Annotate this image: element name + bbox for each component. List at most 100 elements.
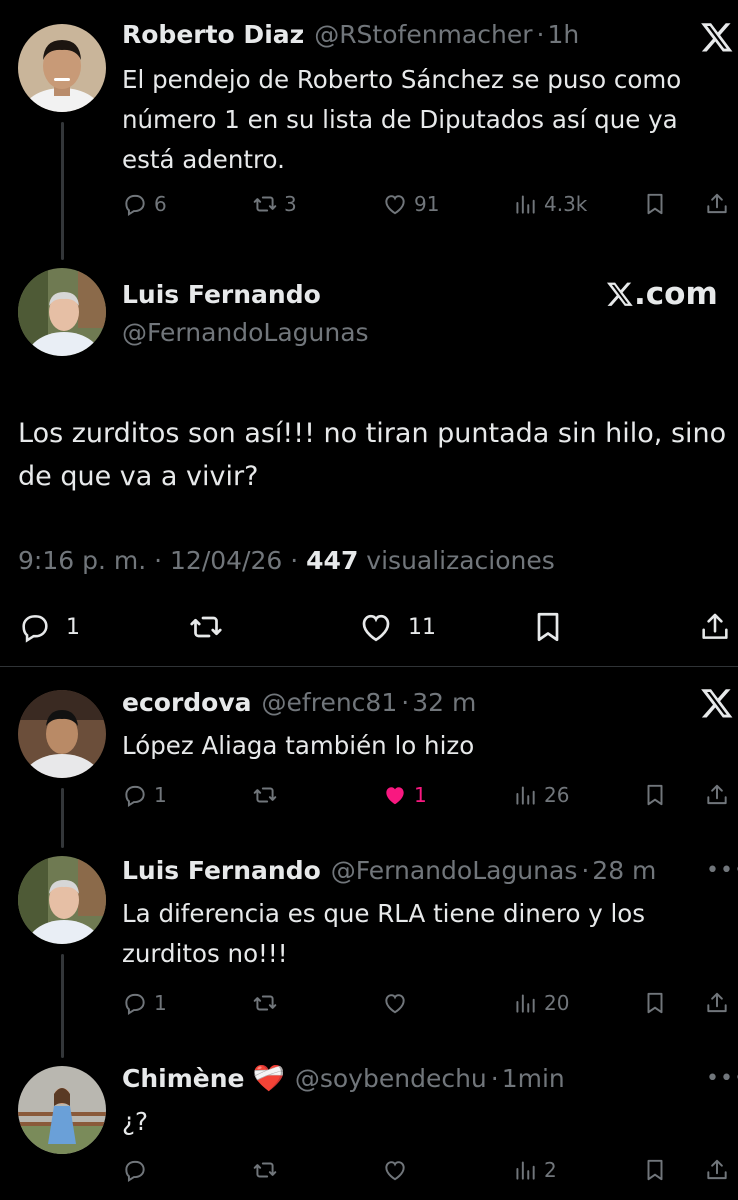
bookmark-button[interactable] <box>530 610 566 644</box>
retweet-icon <box>253 787 277 803</box>
tweet-meta: 9:16 p. m. · 12/04/26 · 447 visualizacio… <box>18 546 555 575</box>
like-button[interactable]: 11 <box>358 610 436 644</box>
share-button[interactable] <box>698 610 732 644</box>
reply-button[interactable]: 1 <box>122 780 167 810</box>
separator: · <box>490 1064 499 1093</box>
bookmark-icon <box>647 992 663 1014</box>
author-handle[interactable]: @FernandoLagunas <box>331 856 578 885</box>
thread-line <box>61 122 64 260</box>
bookmark-button[interactable] <box>642 1155 668 1185</box>
brand-domain: .com <box>634 276 718 312</box>
like-button[interactable]: 91 <box>382 189 439 219</box>
retweet-button[interactable] <box>252 988 278 1018</box>
tweet-actions: 1 20 <box>122 988 732 1018</box>
retweet-button[interactable] <box>188 610 224 644</box>
share-button[interactable] <box>704 780 730 810</box>
bookmark-button[interactable] <box>642 780 668 810</box>
bookmark-icon <box>647 1159 663 1181</box>
views-button[interactable]: 26 <box>512 780 569 810</box>
views-icon <box>516 786 535 805</box>
bookmark-icon <box>647 193 663 215</box>
views-count: 2 <box>544 1158 557 1182</box>
x-logo-icon <box>700 686 734 720</box>
bookmark-button[interactable] <box>642 189 668 219</box>
tweet-text: El pendejo de Roberto Sánchez se puso co… <box>122 65 682 174</box>
retweet-icon <box>253 196 277 212</box>
author-handle[interactable]: @FernandoLagunas <box>122 318 369 347</box>
share-icon <box>707 193 727 214</box>
tweet-header: Chimène ❤️‍🩹 @soybendechu · 1min <box>122 1064 565 1094</box>
reply-button[interactable]: 1 <box>18 610 80 644</box>
like-button[interactable] <box>382 1155 408 1185</box>
retweet-button[interactable] <box>252 780 278 810</box>
views-button[interactable]: 20 <box>512 988 569 1018</box>
retweet-button[interactable]: 3 <box>252 189 297 219</box>
timestamp[interactable]: 1min <box>502 1064 565 1093</box>
author-handle[interactable]: @soybendechu <box>295 1064 487 1093</box>
like-count: 91 <box>414 192 440 216</box>
more-icon[interactable]: ••• <box>706 1066 738 1091</box>
more-icon[interactable]: ••• <box>706 858 738 883</box>
reply-count: 1 <box>154 783 167 807</box>
tweet-actions: 2 <box>122 1155 732 1185</box>
tweet-header: ecordova @efrenc81 · 32 m <box>122 688 476 717</box>
bookmark-icon <box>647 784 663 806</box>
separator: · <box>581 856 590 885</box>
heart-emoji-icon: ❤️‍🩹 <box>252 1064 285 1094</box>
share-icon <box>702 613 728 639</box>
bookmark-button[interactable] <box>642 988 668 1018</box>
author-name-row: Luis Fernando <box>122 280 321 309</box>
views-icon <box>516 994 535 1013</box>
timestamp[interactable]: 1h <box>547 20 579 49</box>
tweet-time[interactable]: 9:16 p. m. <box>18 546 146 575</box>
tweet-text: López Aliaga también lo hizo <box>122 731 475 760</box>
separator: · <box>154 546 171 575</box>
tweet-text: Los zurditos son así!!! no tiran puntada… <box>18 418 727 492</box>
views-count: 447 <box>306 546 359 575</box>
views-button[interactable]: 4.3k <box>512 189 587 219</box>
timestamp[interactable]: 32 m <box>412 688 476 717</box>
tweet-header: Roberto Diaz @RStofenmacher · 1h <box>122 20 579 49</box>
x-logo-icon <box>606 282 633 306</box>
share-button[interactable] <box>704 1155 730 1185</box>
author-name[interactable]: ecordova <box>122 688 252 717</box>
reply-button[interactable]: 6 <box>122 189 167 219</box>
retweet-button[interactable] <box>252 1155 278 1185</box>
reply-icon <box>22 615 48 643</box>
avatar[interactable] <box>18 24 106 112</box>
tweet-date[interactable]: 12/04/26 <box>170 546 282 575</box>
reply-button[interactable] <box>122 1155 148 1185</box>
reply-count: 1 <box>66 614 80 640</box>
author-handle[interactable]: @efrenc81 <box>262 688 398 717</box>
thread-line <box>61 954 64 1058</box>
divider <box>0 666 738 667</box>
avatar[interactable] <box>18 856 106 944</box>
views-icon <box>516 1161 535 1180</box>
author-name[interactable]: Chimène <box>122 1064 244 1093</box>
like-icon <box>385 994 405 1014</box>
timestamp[interactable]: 28 m <box>592 856 656 885</box>
author-handle-row: @FernandoLagunas <box>122 318 369 347</box>
reply-count: 6 <box>154 192 167 216</box>
author-handle[interactable]: @RStofenmacher <box>314 20 532 49</box>
reply-icon <box>125 194 145 216</box>
like-icon <box>386 787 404 805</box>
avatar[interactable] <box>18 268 106 356</box>
separator: · <box>401 688 410 717</box>
author-name[interactable]: Luis Fernando <box>122 856 321 885</box>
share-button[interactable] <box>704 988 730 1018</box>
like-button[interactable] <box>382 988 408 1018</box>
thread-line <box>61 788 64 848</box>
author-name[interactable]: Luis Fernando <box>122 280 321 309</box>
views-button[interactable]: 2 <box>512 1155 557 1185</box>
separator: · <box>290 546 307 575</box>
avatar[interactable] <box>18 1066 106 1154</box>
tweet-text: ¿? <box>122 1107 149 1136</box>
like-button[interactable]: 1 <box>382 780 427 810</box>
reply-icon <box>125 785 145 807</box>
reply-icon <box>125 1160 145 1182</box>
share-button[interactable] <box>704 189 730 219</box>
author-name[interactable]: Roberto Diaz <box>122 20 304 49</box>
reply-button[interactable]: 1 <box>122 988 167 1018</box>
avatar[interactable] <box>18 690 106 778</box>
